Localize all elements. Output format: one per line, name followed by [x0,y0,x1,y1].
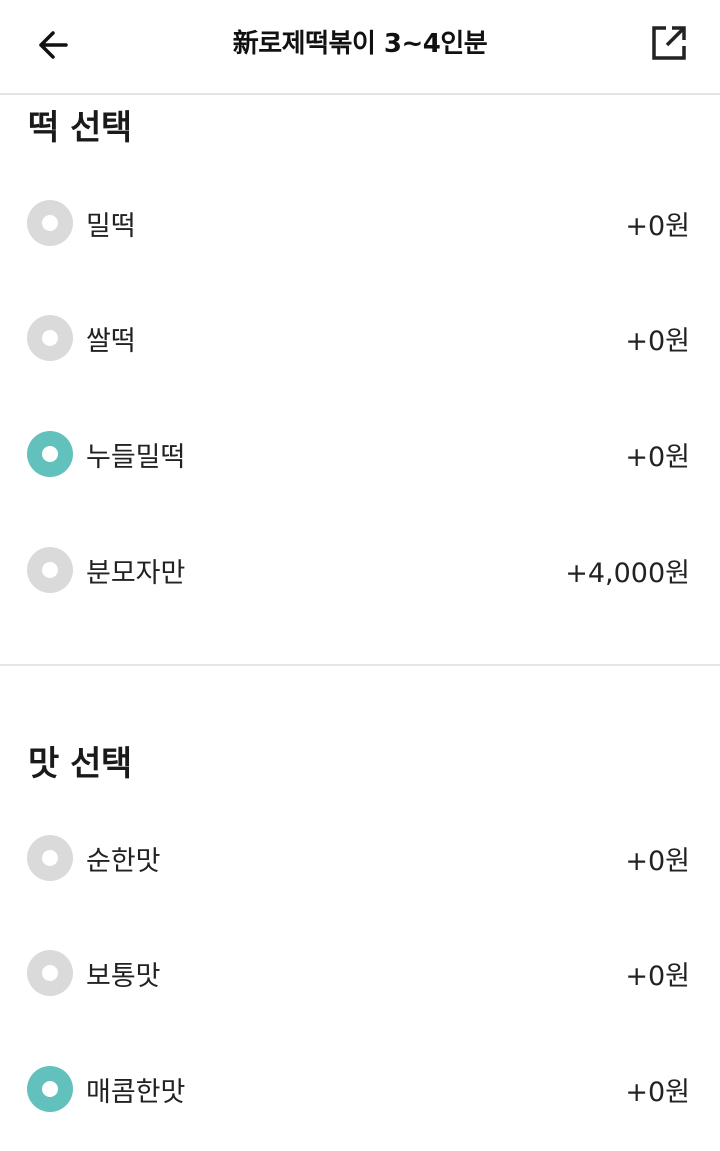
option-row[interactable]: 누들밀떡 +0원 [0,414,720,494]
option-row[interactable]: 보통맛 +0원 [0,933,720,1013]
option-price: +4,000원 [565,557,690,589]
radio-dot [42,850,58,866]
radio-button[interactable] [27,200,73,246]
option-row[interactable]: 분모자만 +4,000원 [0,530,720,610]
option-label: 매콤한맛 [86,1076,186,1108]
radio-dot [42,965,58,981]
page-title: 新로제떡볶이 3~4인분 [232,29,488,59]
option-price: +0원 [625,441,690,473]
option-row[interactable]: 매콤한맛 +0원 [0,1049,720,1129]
option-row[interactable]: 밀떡 +0원 [0,183,720,263]
option-label: 순한맛 [86,845,161,877]
option-row[interactable]: 쌀떡 +0원 [0,298,720,378]
top-app-bar: 新로제떡볶이 3~4인분 [0,0,720,95]
radio-button[interactable] [27,1066,73,1112]
option-label: 누들밀떡 [86,441,186,473]
option-label: 밀떡 [86,210,136,242]
section-divider [0,664,720,666]
radio-dot [42,215,58,231]
option-price: +0원 [625,845,690,877]
option-price: +0원 [625,960,690,992]
radio-dot [42,330,58,346]
option-label: 보통맛 [86,960,161,992]
radio-button[interactable] [27,315,73,361]
section-title-flavor: 맛 선택 [28,744,132,784]
option-label: 쌀떡 [86,325,136,357]
radio-dot [42,446,58,462]
option-label: 분모자만 [86,557,186,589]
option-price: +0원 [625,210,690,242]
radio-dot [42,1081,58,1097]
share-button[interactable] [646,20,692,66]
radio-button[interactable] [27,547,73,593]
option-price: +0원 [625,1076,690,1108]
share-external-icon [652,26,686,60]
radio-button[interactable] [27,835,73,881]
section-title-rice-cake: 떡 선택 [28,108,132,148]
back-button[interactable] [30,22,76,68]
radio-button[interactable] [27,950,73,996]
radio-button[interactable] [27,431,73,477]
arrow-left-icon [39,31,68,59]
option-row[interactable]: 순한맛 +0원 [0,818,720,898]
option-price: +0원 [625,325,690,357]
radio-dot [42,562,58,578]
